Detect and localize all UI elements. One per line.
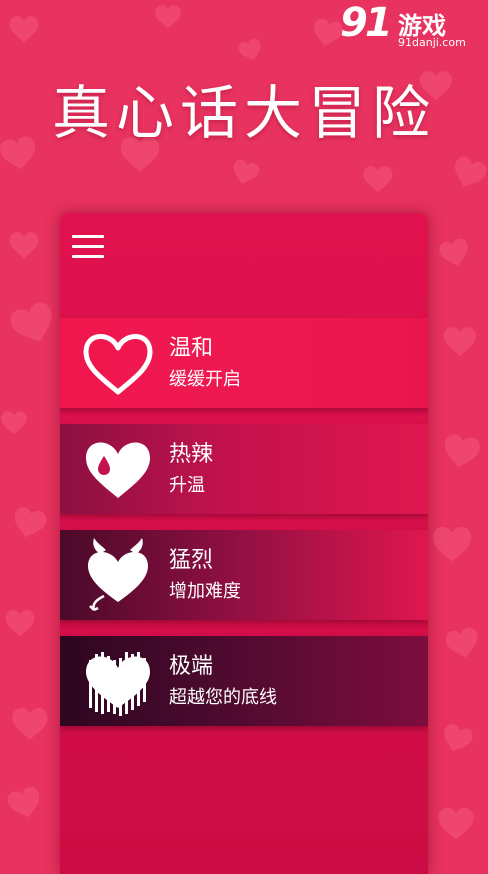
level-item-mild[interactable]: 温和 缓缓开启 <box>60 318 428 408</box>
watermark-url: 91danji.com <box>398 36 466 49</box>
level-item-hot[interactable]: 热辣 升温 <box>60 424 428 514</box>
level-description: 超越您的底线 <box>169 687 277 708</box>
level-name: 猛烈 <box>169 548 214 573</box>
level-description: 缓缓开启 <box>169 369 241 390</box>
devil-heart-icon <box>88 538 148 612</box>
level-description: 升温 <box>169 475 205 496</box>
level-panel: 温和 缓缓开启 热辣 升温 猛烈 增加难度 极端 超越您的底线 <box>60 213 428 874</box>
level-item-fierce[interactable]: 猛烈 增加难度 <box>60 530 428 620</box>
heart-drop-icon <box>86 442 150 498</box>
heart-outline-icon <box>83 334 153 395</box>
level-name: 温和 <box>169 336 214 361</box>
app-title: 真心话大冒险 <box>51 79 436 147</box>
heart-spikes-icon <box>86 652 150 716</box>
level-name: 极端 <box>169 654 214 679</box>
level-description: 增加难度 <box>169 581 241 602</box>
level-name: 热辣 <box>169 442 214 467</box>
watermark-number: 91 <box>340 0 393 46</box>
level-item-extreme[interactable]: 极端 超越您的底线 <box>60 636 428 726</box>
hamburger-menu-icon[interactable] <box>72 233 106 261</box>
site-watermark: 91 游戏 91danji.com <box>340 0 480 54</box>
